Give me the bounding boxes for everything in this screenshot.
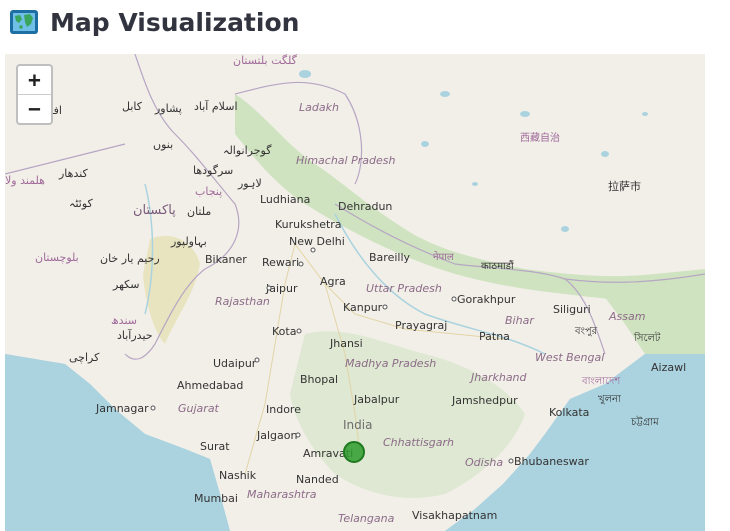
- map-tiles[interactable]: اسلام آباد پشاور کابل بنوں گوجرانوالہ سر…: [5, 54, 705, 531]
- foreign-label: 拉萨市: [608, 179, 641, 193]
- region-label: Gujarat: [178, 402, 220, 415]
- foreign-label: ھلمند ولا: [5, 174, 45, 187]
- foreign-label: بہاولپور: [170, 235, 207, 248]
- foreign-label: اسلام آباد: [194, 99, 238, 113]
- zoom-control: + −: [16, 64, 53, 125]
- city-label: Visakhapatnam: [412, 509, 497, 522]
- foreign-label: کوئٹہ: [69, 197, 94, 210]
- foreign-label: لاہور: [237, 177, 262, 190]
- foreign-label: ملتان: [187, 205, 211, 218]
- city-label: Agra: [320, 275, 346, 288]
- foreign-label: বংপুর: [574, 326, 598, 337]
- city-label: Bikaner: [205, 253, 247, 266]
- foreign-label: سکھر: [112, 278, 139, 291]
- city-label: Udaipur: [213, 357, 257, 370]
- foreign-label: رحیم یار خان: [100, 252, 160, 265]
- foreign-label: সিলেট: [633, 331, 661, 344]
- city-label: Aizawl: [651, 361, 686, 374]
- city-label: Bareilly: [369, 251, 411, 264]
- region-label: Uttar Pradesh: [366, 282, 442, 295]
- region-label: Chhattisgarh: [383, 436, 454, 449]
- page-title: Map Visualization: [50, 7, 300, 37]
- foreign-label: کراچی: [69, 351, 100, 364]
- foreign-label: پنجاب: [195, 185, 222, 198]
- city-label: Jalgaon: [256, 429, 297, 442]
- foreign-label: 西藏自治: [520, 131, 560, 144]
- city-label: Nashik: [219, 469, 257, 482]
- foreign-label: খুলনা: [598, 394, 622, 405]
- region-label: Rajasthan: [215, 295, 270, 308]
- foreign-label: حیدرآباد: [117, 328, 153, 342]
- region-label: Assam: [608, 310, 645, 323]
- city-label: Kanpur: [343, 301, 383, 314]
- city-label: Kolkata: [549, 406, 589, 419]
- region-label: Odisha: [465, 456, 503, 469]
- foreign-label: سرگودھا: [193, 164, 233, 177]
- city-label: Patna: [479, 330, 510, 343]
- city-label: Surat: [200, 440, 230, 453]
- city-label: Ludhiana: [260, 193, 310, 206]
- foreign-label: کابل: [122, 100, 143, 113]
- foreign-label: বাংলাদেশ: [581, 376, 621, 387]
- region-label: West Bengal: [535, 351, 604, 364]
- city-label: Bhopal: [300, 373, 338, 386]
- region-label: Jharkhand: [469, 371, 528, 384]
- city-label: Jamshedpur: [451, 394, 518, 407]
- foreign-label: پشاور: [154, 102, 182, 115]
- city-label: Prayagraj: [395, 319, 447, 332]
- region-label: Telangana: [338, 512, 395, 525]
- foreign-label: کندھار: [58, 167, 89, 180]
- city-label: Mumbai: [194, 492, 238, 505]
- zoom-in-button[interactable]: +: [18, 66, 51, 94]
- zoom-out-button[interactable]: −: [18, 94, 51, 123]
- region-label: Madhya Pradesh: [345, 357, 436, 370]
- foreign-label: گوجرانوالہ: [223, 144, 272, 157]
- foreign-label: काठमाडौं: [481, 260, 514, 272]
- city-label: Indore: [266, 403, 301, 416]
- country-label: India: [343, 418, 372, 432]
- region-label: Ladakh: [299, 101, 339, 114]
- city-label: Kota: [272, 325, 296, 338]
- location-marker[interactable]: [343, 441, 365, 463]
- region-label: Himachal Pradesh: [296, 154, 395, 167]
- foreign-label: گلگت بلتستان: [233, 54, 298, 67]
- city-label: Gorakhpur: [457, 293, 516, 306]
- city-label: New Delhi: [289, 235, 345, 248]
- region-label: Bihar: [505, 314, 535, 327]
- region-label: Maharashtra: [247, 488, 317, 501]
- foreign-label: بلوچستان: [35, 251, 79, 264]
- city-label: Siliguri: [553, 303, 591, 316]
- city-label: Ahmedabad: [177, 379, 243, 392]
- map-view[interactable]: اسلام آباد پشاور کابل بنوں گوجرانوالہ سر…: [5, 54, 705, 531]
- foreign-label: بنوں: [153, 138, 173, 151]
- foreign-label: سندھ: [111, 314, 137, 327]
- city-label: Jabalpur: [353, 393, 400, 406]
- city-label: Bhubaneswar: [514, 455, 589, 468]
- city-label: Dehradun: [338, 200, 392, 213]
- city-label: Jhansi: [329, 337, 363, 350]
- city-label: Jamnagar: [95, 402, 149, 415]
- city-label: Nanded: [296, 473, 339, 486]
- page-header: Map Visualization: [8, 4, 299, 40]
- foreign-label: नेपाल: [433, 251, 454, 263]
- world-map-icon: [10, 10, 38, 34]
- city-label: Kurukshetra: [275, 218, 342, 231]
- foreign-label: پاکستان: [133, 203, 176, 218]
- city-label: Rewari: [262, 256, 299, 269]
- foreign-label: চট্টগ্রাম: [630, 416, 659, 428]
